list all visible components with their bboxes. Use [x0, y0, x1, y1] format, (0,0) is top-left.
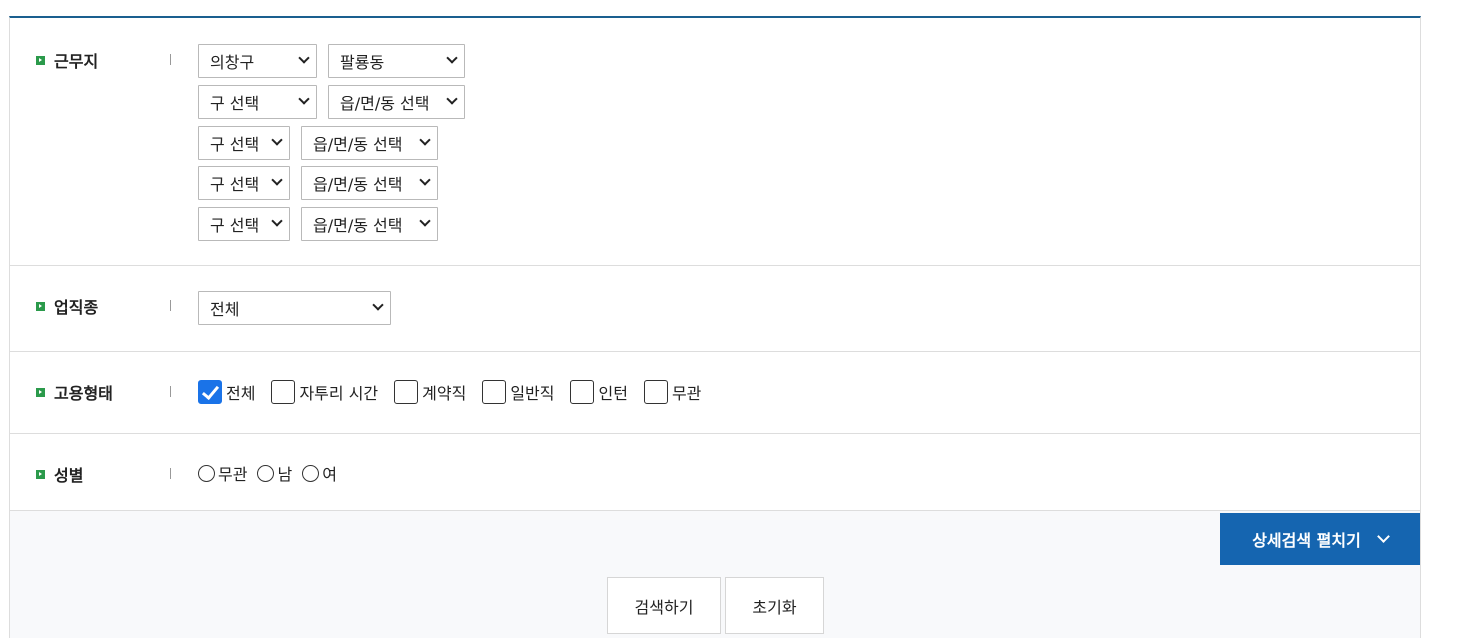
checkbox-icon[interactable] — [643, 380, 668, 404]
chevron-down-icon — [271, 174, 283, 186]
label-separator — [170, 468, 171, 479]
checkbox-spare-time[interactable]: 자투리 시간 — [271, 380, 378, 404]
district-select-5[interactable]: 구 선택 — [198, 207, 290, 241]
checkbox-icon[interactable] — [482, 380, 507, 404]
label-separator — [170, 300, 171, 311]
employment-checkbox-group: 전체 자투리 시간 계약직 일반직 인턴 무관 — [198, 380, 717, 404]
search-filter-panel: 근무지 의창구 팔룡동 구 선택 읍/면/동 선택 구 선택 읍/면/동 선택 — [9, 16, 1421, 638]
radio-male[interactable]: 남 — [257, 461, 292, 485]
town-select-3[interactable]: 읍/면/동 선택 — [301, 126, 438, 160]
chevron-down-icon — [372, 299, 384, 311]
gender-label: 성별 — [36, 462, 83, 486]
job-type-label: 업직종 — [36, 294, 98, 318]
checkbox-icon[interactable] — [570, 380, 595, 404]
checkbox-regular[interactable]: 일반직 — [482, 380, 554, 404]
town-select-1[interactable]: 팔룡동 — [328, 44, 465, 78]
bullet-icon — [36, 55, 45, 65]
district-select-4[interactable]: 구 선택 — [198, 166, 290, 200]
checkbox-checked-icon[interactable] — [198, 380, 222, 404]
chevron-down-icon — [271, 134, 283, 146]
town-select-4[interactable]: 읍/면/동 선택 — [301, 166, 438, 200]
radio-female[interactable]: 여 — [302, 461, 337, 485]
chevron-down-icon — [419, 174, 431, 186]
chevron-down-icon — [446, 93, 458, 105]
radio-icon[interactable] — [198, 464, 215, 482]
district-select-3[interactable]: 구 선택 — [198, 126, 290, 160]
job-type-select[interactable]: 전체 — [198, 291, 391, 325]
work-location-label: 근무지 — [36, 48, 98, 72]
radio-icon[interactable] — [302, 464, 320, 482]
job-type-row: 업직종 전체 — [10, 266, 1420, 352]
work-location-row: 근무지 의창구 팔룡동 구 선택 읍/면/동 선택 구 선택 읍/면/동 선택 — [10, 18, 1420, 266]
radio-any[interactable]: 무관 — [198, 461, 247, 485]
chevron-down-icon — [446, 52, 458, 64]
district-select-1[interactable]: 의창구 — [198, 44, 317, 78]
checkbox-intern[interactable]: 인턴 — [570, 380, 628, 404]
expand-detail-search-button[interactable]: 상세검색 펼치기 — [1220, 513, 1420, 565]
chevron-down-icon — [419, 215, 431, 227]
gender-row: 성별 무관 남 여 — [10, 434, 1420, 511]
employment-type-row: 고용형태 전체 자투리 시간 계약직 일반직 인턴 무관 — [10, 352, 1420, 434]
chevron-down-icon — [298, 52, 310, 64]
label-separator — [170, 54, 171, 65]
town-select-2[interactable]: 읍/면/동 선택 — [328, 85, 465, 119]
reset-button[interactable]: 초기화 — [725, 577, 824, 634]
search-footer: 상세검색 펼치기 검색하기 초기화 — [10, 511, 1420, 638]
chevron-down-icon — [419, 134, 431, 146]
town-select-5[interactable]: 읍/면/동 선택 — [301, 207, 438, 241]
chevron-down-icon — [1376, 529, 1390, 543]
chevron-down-icon — [271, 215, 283, 227]
bullet-icon — [36, 469, 45, 479]
gender-radio-group: 무관 남 여 — [198, 461, 347, 485]
search-button[interactable]: 검색하기 — [607, 577, 721, 634]
checkbox-icon[interactable] — [271, 380, 296, 404]
label-separator — [170, 386, 171, 397]
bullet-icon — [36, 387, 45, 397]
checkbox-all[interactable]: 전체 — [198, 380, 255, 404]
radio-icon[interactable] — [257, 464, 275, 482]
checkbox-icon[interactable] — [394, 380, 419, 404]
bullet-icon — [36, 301, 45, 311]
chevron-down-icon — [298, 93, 310, 105]
employment-type-label: 고용형태 — [36, 380, 113, 404]
district-select-2[interactable]: 구 선택 — [198, 85, 317, 119]
checkbox-contract[interactable]: 계약직 — [394, 380, 466, 404]
checkbox-any[interactable]: 무관 — [643, 380, 701, 404]
